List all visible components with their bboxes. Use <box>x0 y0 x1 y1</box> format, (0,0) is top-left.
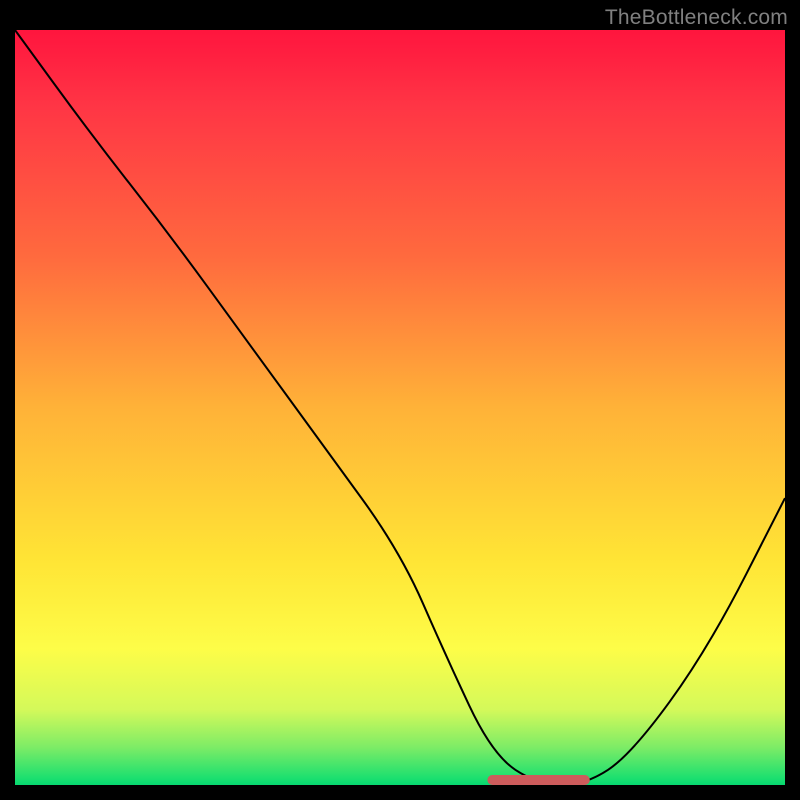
chart-container: TheBottleneck.com <box>0 0 800 800</box>
attribution-text: TheBottleneck.com <box>605 6 788 30</box>
bottleneck-curve-svg <box>15 30 785 785</box>
plot-area <box>15 30 785 785</box>
bottleneck-curve-line <box>15 30 785 785</box>
